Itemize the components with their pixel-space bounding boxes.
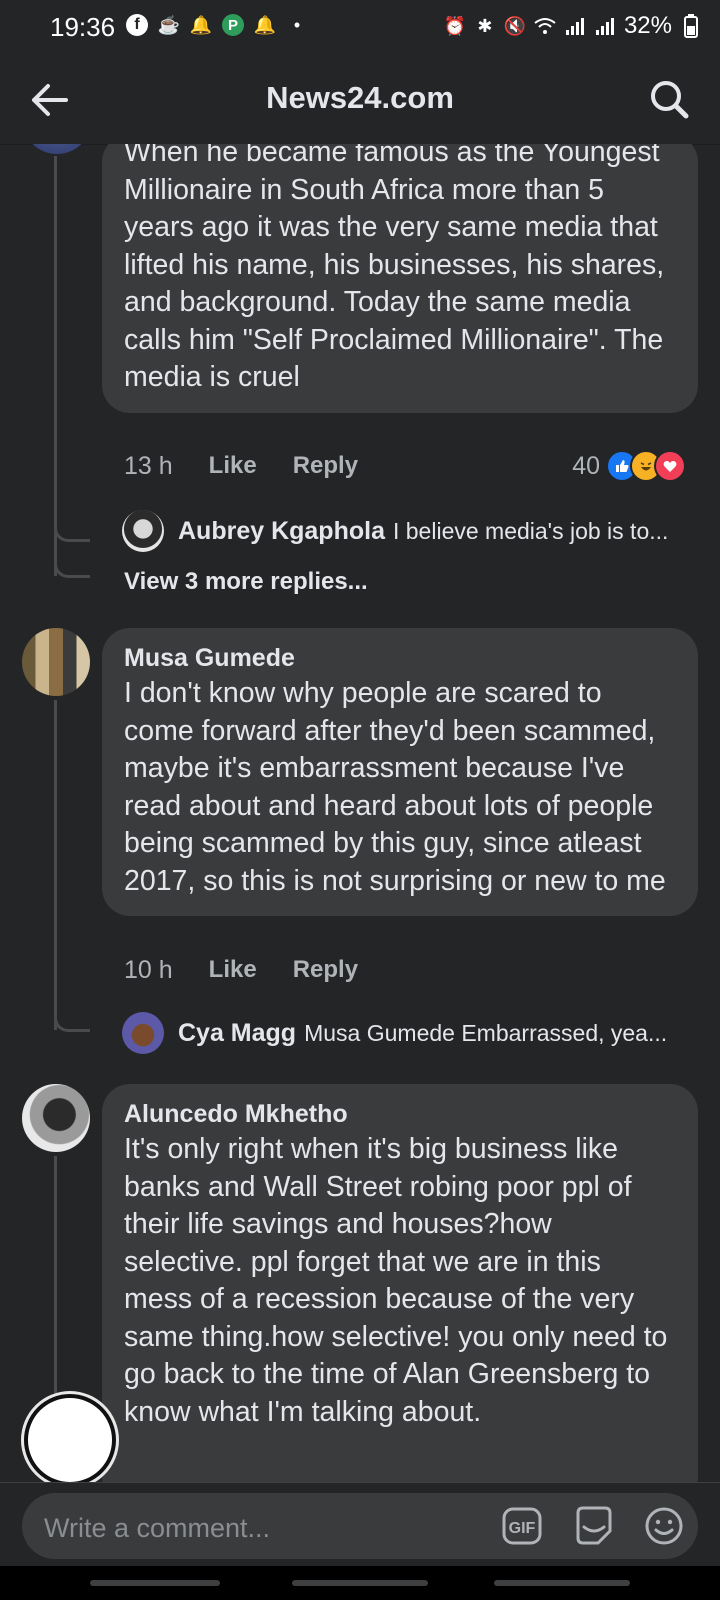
mute-icon: 🔇 bbox=[503, 15, 527, 36]
thread-connector bbox=[54, 524, 90, 542]
more-dot-icon: • bbox=[293, 14, 301, 35]
nav-recents-handle[interactable] bbox=[90, 1580, 220, 1586]
signal-icon bbox=[594, 15, 616, 37]
app-header: News24.com bbox=[0, 52, 720, 145]
thread-connector bbox=[54, 1014, 90, 1032]
emoji-icon bbox=[645, 1507, 683, 1545]
comment-text: When he became famous as the Youngest Mi… bbox=[124, 144, 665, 393]
comment-bubble[interactable]: When he became famous as the Youngest Mi… bbox=[102, 144, 698, 413]
comment-time: 13 h bbox=[124, 452, 173, 480]
nav-home-handle[interactable] bbox=[292, 1580, 428, 1586]
system-navigation-bar bbox=[0, 1566, 720, 1600]
alarm-icon: ⏰ bbox=[443, 15, 467, 36]
like-button[interactable]: Like bbox=[209, 956, 257, 985]
love-reaction-icon bbox=[654, 450, 686, 482]
reply-preview[interactable]: Cya Magg Musa Gumede Embarrassed, yea... bbox=[122, 1012, 692, 1054]
thread-connector bbox=[54, 560, 90, 578]
avatar[interactable] bbox=[22, 1084, 90, 1152]
comment-author[interactable]: Aluncedo Mkhetho bbox=[124, 1100, 676, 1129]
comment-input[interactable] bbox=[42, 1507, 466, 1549]
thread-line bbox=[54, 156, 57, 576]
notification-icons: f ☕ 🔔 P 🔔 • bbox=[126, 14, 308, 36]
comment-bubble[interactable]: Aluncedo Mkhetho It's only right when it… bbox=[102, 1084, 698, 1482]
reply-snippet: I believe media's job is to... bbox=[392, 517, 669, 544]
bell-icon: 🔔 bbox=[189, 14, 213, 35]
reply-button[interactable]: Reply bbox=[293, 956, 358, 985]
app-notification-icon: ☕ bbox=[157, 14, 181, 35]
bell-icon: 🔔 bbox=[253, 14, 277, 35]
avatar[interactable] bbox=[22, 628, 90, 696]
system-status: ⏰ ✱ 🔇 32% bbox=[444, 12, 702, 40]
comment-time: 10 h bbox=[124, 956, 173, 984]
reactions-summary[interactable]: 40 bbox=[572, 450, 686, 482]
nav-back-handle[interactable] bbox=[494, 1580, 630, 1586]
sticker-icon bbox=[576, 1506, 612, 1545]
gif-icon: GIF bbox=[502, 1507, 542, 1545]
comment-composer-bar: GIF bbox=[0, 1482, 720, 1567]
status-time: 19:36 bbox=[50, 12, 116, 42]
comment-text: I don't know why people are scared to co… bbox=[124, 677, 666, 897]
reply-avatar bbox=[122, 510, 164, 552]
comment-author[interactable]: Musa Gumede bbox=[124, 644, 676, 673]
gif-button[interactable]: GIF bbox=[502, 1507, 542, 1545]
emoji-button[interactable] bbox=[644, 1506, 684, 1546]
like-button[interactable]: Like bbox=[209, 452, 257, 481]
thread-line bbox=[54, 700, 57, 1030]
app-p-icon: P bbox=[222, 14, 244, 36]
battery-charging-icon bbox=[680, 14, 702, 38]
search-icon bbox=[651, 81, 689, 119]
comment-actions: 10 h Like Reply bbox=[124, 956, 358, 985]
status-bar: 19:36 f ☕ 🔔 P 🔔 • ⏰ ✱ 🔇 32% bbox=[0, 0, 720, 52]
battery-percent: 32% bbox=[623, 12, 672, 39]
comment-composer[interactable]: GIF bbox=[22, 1493, 698, 1559]
page-title: News24.com bbox=[266, 80, 454, 115]
sticker-button[interactable] bbox=[572, 1505, 616, 1547]
comment-bubble[interactable]: Musa Gumede I don't know why people are … bbox=[102, 628, 698, 916]
reactions-count: 40 bbox=[572, 451, 600, 480]
comments-feed[interactable]: When he became famous as the Youngest Mi… bbox=[0, 144, 720, 1482]
bluetooth-icon: ✱ bbox=[477, 15, 493, 36]
signal-icon bbox=[564, 15, 586, 37]
search-button[interactable] bbox=[644, 74, 696, 126]
wifi-icon bbox=[534, 15, 556, 37]
floating-bubble-button[interactable] bbox=[24, 1394, 116, 1486]
reply-avatar bbox=[122, 1012, 164, 1054]
svg-text:GIF: GIF bbox=[509, 1520, 536, 1537]
reply-snippet: Musa Gumede Embarrassed, yea... bbox=[304, 1019, 668, 1046]
reply-author: Cya Magg bbox=[178, 1018, 297, 1047]
comment-text: It's only right when it's big business l… bbox=[124, 1133, 668, 1428]
facebook-notification-icon: f bbox=[126, 14, 148, 36]
reply-button[interactable]: Reply bbox=[293, 452, 358, 481]
view-more-replies-link[interactable]: View 3 more replies... bbox=[124, 568, 368, 596]
avatar[interactable] bbox=[22, 144, 92, 154]
comment-actions: 13 h Like Reply bbox=[124, 452, 358, 481]
reply-preview[interactable]: Aubrey Kgaphola I believe media's job is… bbox=[122, 510, 692, 552]
reply-author: Aubrey Kgaphola bbox=[178, 516, 385, 545]
